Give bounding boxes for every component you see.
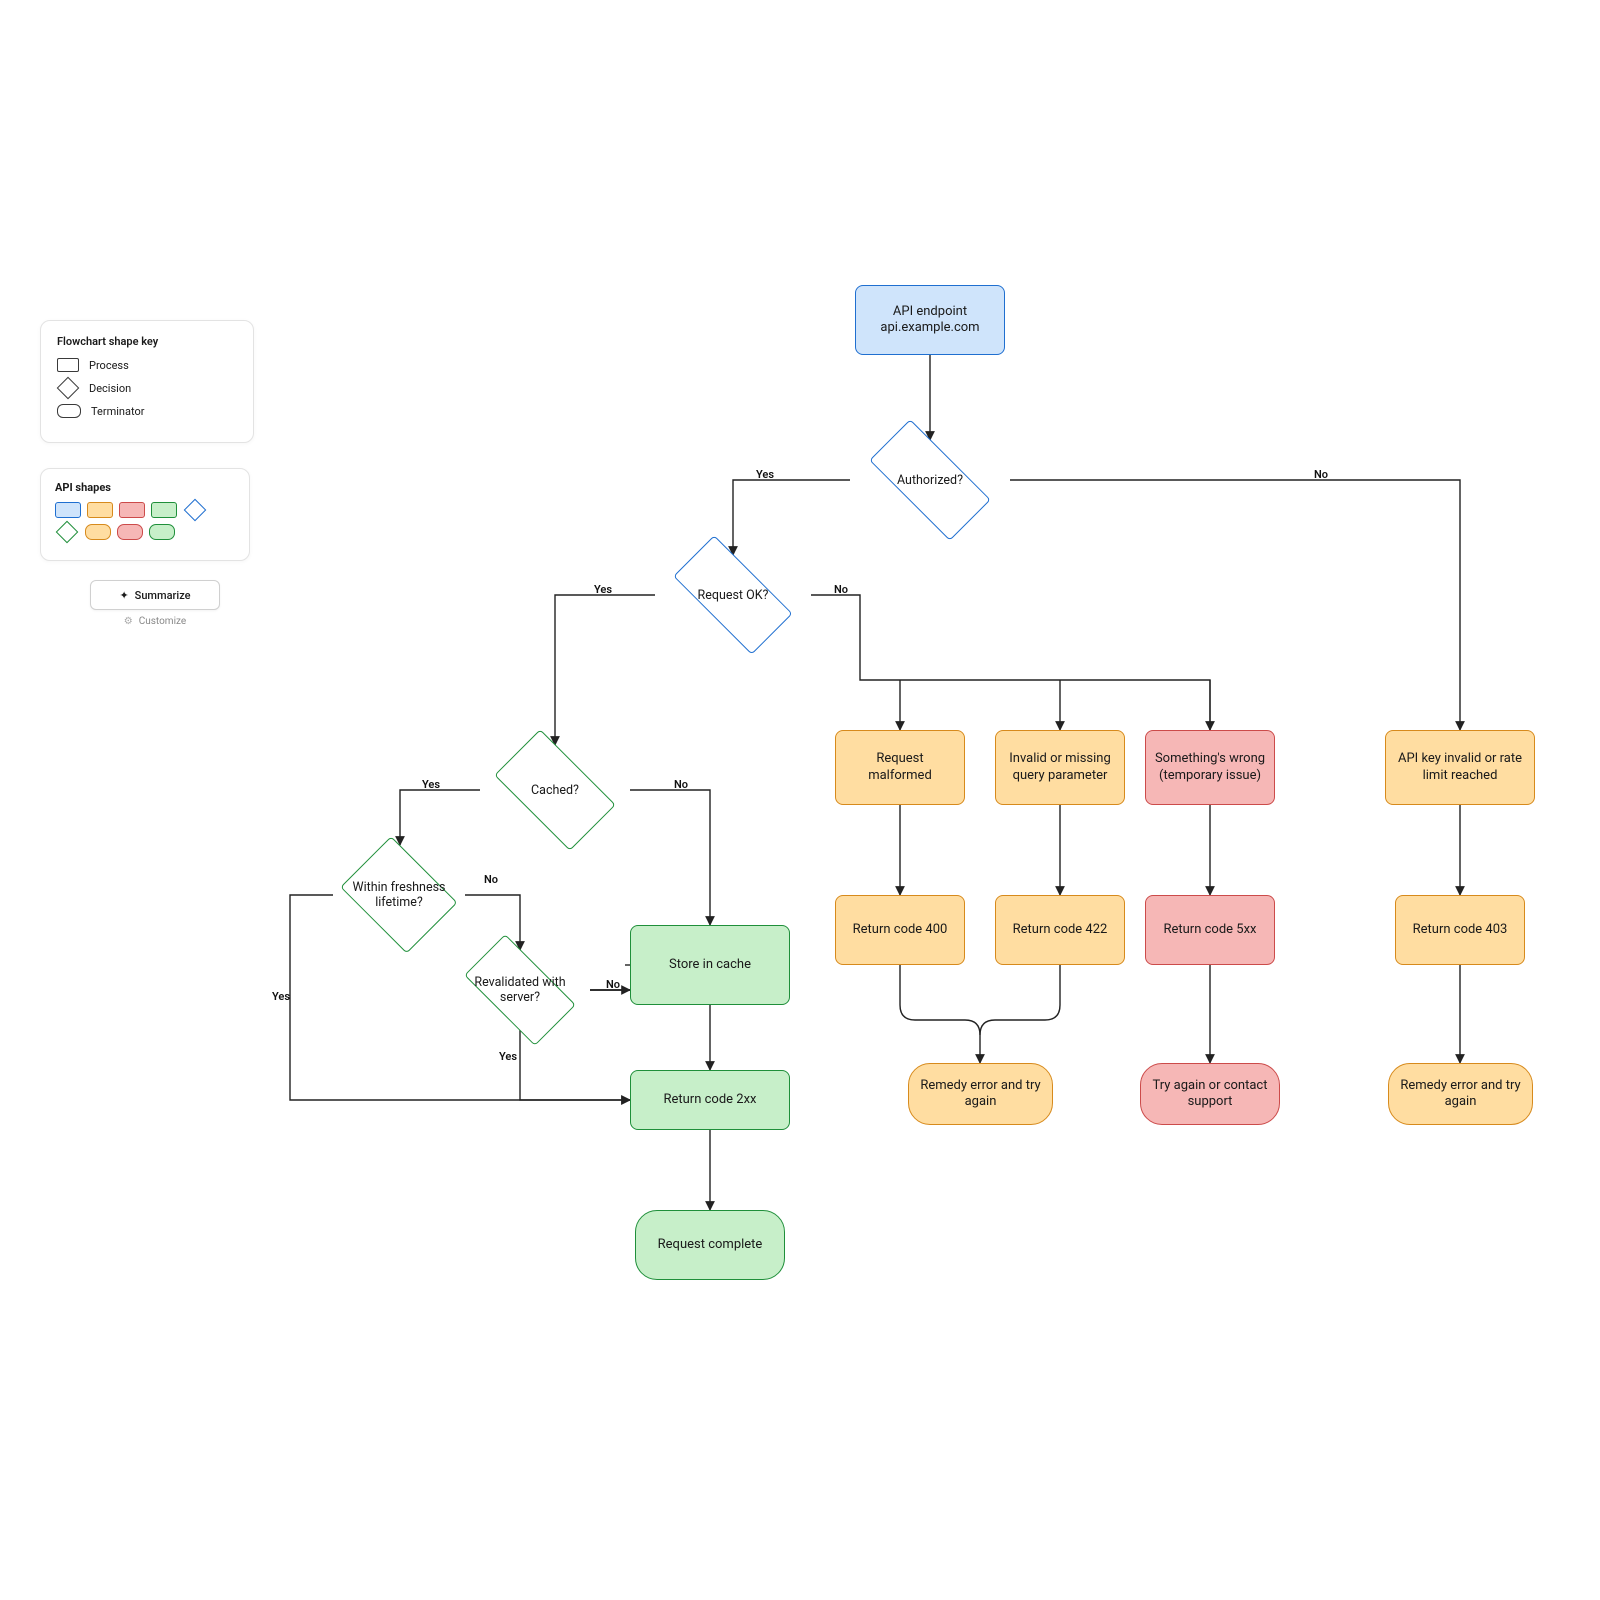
node-malformed[interactable]: Request malformed — [835, 730, 965, 805]
customize-label: Customize — [139, 616, 186, 627]
legend-panel: Flowchart shape key Process Decision Ter… — [40, 320, 254, 443]
node-cached[interactable]: Cached? — [480, 745, 630, 835]
edge-label-freshness-no: No — [480, 873, 502, 886]
swatch-blue-decision[interactable] — [184, 499, 207, 522]
legend-title: Flowchart shape key — [57, 335, 237, 348]
node-request-complete[interactable]: Request complete — [635, 1210, 785, 1280]
node-api-key-invalid-label: API key invalid or rate limit reached — [1394, 751, 1526, 784]
node-return-5xx[interactable]: Return code 5xx — [1145, 895, 1275, 965]
customize-button[interactable]: Customize — [90, 616, 220, 627]
side-controls: Summarize Customize — [90, 580, 220, 627]
node-try-support[interactable]: Try again or contact support — [1140, 1063, 1280, 1125]
node-return-400-label: Return code 400 — [853, 922, 948, 938]
node-return-2xx[interactable]: Return code 2xx — [630, 1070, 790, 1130]
node-return-403[interactable]: Return code 403 — [1395, 895, 1525, 965]
node-request-ok[interactable]: Request OK? — [655, 555, 811, 635]
node-authorized[interactable]: Authorized? — [850, 440, 1010, 520]
swatch-green-terminator[interactable] — [149, 524, 175, 540]
node-api-key-invalid[interactable]: API key invalid or rate limit reached — [1385, 730, 1535, 805]
node-freshness-label: Within freshness lifetime? — [333, 845, 465, 945]
legend-row-terminator: Terminator — [57, 404, 237, 418]
node-remedy-error[interactable]: Remedy error and try again — [908, 1063, 1053, 1125]
swatch-orange-process[interactable] — [87, 502, 113, 518]
node-return-422[interactable]: Return code 422 — [995, 895, 1125, 965]
swatch-orange-terminator[interactable] — [85, 524, 111, 540]
legend-label-process: Process — [89, 359, 129, 372]
summarize-label: Summarize — [135, 589, 191, 602]
edge-label-revalidated-yes: Yes — [495, 1050, 521, 1063]
edges-layer — [0, 0, 1600, 1600]
swatch-green-process[interactable] — [151, 502, 177, 518]
node-store-cache-label: Store in cache — [669, 957, 751, 973]
node-malformed-label: Request malformed — [844, 751, 956, 784]
edge-label-cached-no: No — [670, 778, 692, 791]
node-return-5xx-label: Return code 5xx — [1163, 922, 1256, 938]
node-return-422-label: Return code 422 — [1013, 922, 1108, 938]
api-shapes-panel: API shapes — [40, 468, 250, 561]
node-try-support-label: Try again or contact support — [1149, 1078, 1271, 1111]
node-api-endpoint-label: API endpoint api.example.com — [880, 304, 979, 337]
node-return-403-label: Return code 403 — [1413, 922, 1508, 938]
edge-label-authorized-no: No — [1310, 468, 1332, 481]
node-api-endpoint[interactable]: API endpoint api.example.com — [855, 285, 1005, 355]
api-shapes-title: API shapes — [55, 481, 235, 494]
node-freshness[interactable]: Within freshness lifetime? — [333, 845, 465, 945]
edge-label-cached-yes: Yes — [418, 778, 444, 791]
legend-row-process: Process — [57, 358, 237, 372]
flowchart-canvas[interactable]: { "legend": { "title": "Flowchart shape … — [0, 0, 1600, 1600]
legend-label-terminator: Terminator — [91, 405, 144, 418]
edge-label-freshness-yes: Yes — [268, 990, 294, 1003]
node-something-wrong[interactable]: Something's wrong (temporary issue) — [1145, 730, 1275, 805]
edge-label-requestok-yes: Yes — [590, 583, 616, 596]
node-remedy-error-2[interactable]: Remedy error and try again — [1388, 1063, 1533, 1125]
legend-label-decision: Decision — [89, 382, 131, 395]
edge-label-revalidated-no: No — [602, 978, 624, 991]
node-remedy-error-2-label: Remedy error and try again — [1397, 1078, 1524, 1111]
process-shape-icon — [57, 358, 79, 372]
node-invalid-param-label: Invalid or missing query parameter — [1004, 751, 1116, 784]
swatch-green-decision[interactable] — [56, 521, 79, 544]
swatch-blue-process[interactable] — [55, 502, 81, 518]
summarize-button[interactable]: Summarize — [90, 580, 220, 610]
sparkle-icon — [119, 589, 128, 602]
node-request-ok-label: Request OK? — [655, 555, 811, 635]
terminator-shape-icon — [57, 404, 81, 418]
decision-shape-icon — [57, 377, 80, 400]
swatch-red-process[interactable] — [119, 502, 145, 518]
node-store-cache[interactable]: Store in cache — [630, 925, 790, 1005]
node-return-400[interactable]: Return code 400 — [835, 895, 965, 965]
node-authorized-label: Authorized? — [850, 440, 1010, 520]
edge-label-authorized-yes: Yes — [752, 468, 778, 481]
node-remedy-error-label: Remedy error and try again — [917, 1078, 1044, 1111]
node-invalid-param[interactable]: Invalid or missing query parameter — [995, 730, 1125, 805]
sliders-icon — [124, 616, 133, 627]
node-return-2xx-label: Return code 2xx — [663, 1092, 756, 1108]
swatch-red-terminator[interactable] — [117, 524, 143, 540]
node-cached-label: Cached? — [480, 745, 630, 835]
edge-label-requestok-no: No — [830, 583, 852, 596]
node-something-wrong-label: Something's wrong (temporary issue) — [1154, 751, 1266, 784]
node-revalidated[interactable]: Revalidated with server? — [450, 950, 590, 1030]
node-request-complete-label: Request complete — [658, 1237, 763, 1253]
node-revalidated-label: Revalidated with server? — [450, 950, 590, 1030]
legend-row-decision: Decision — [57, 380, 237, 396]
